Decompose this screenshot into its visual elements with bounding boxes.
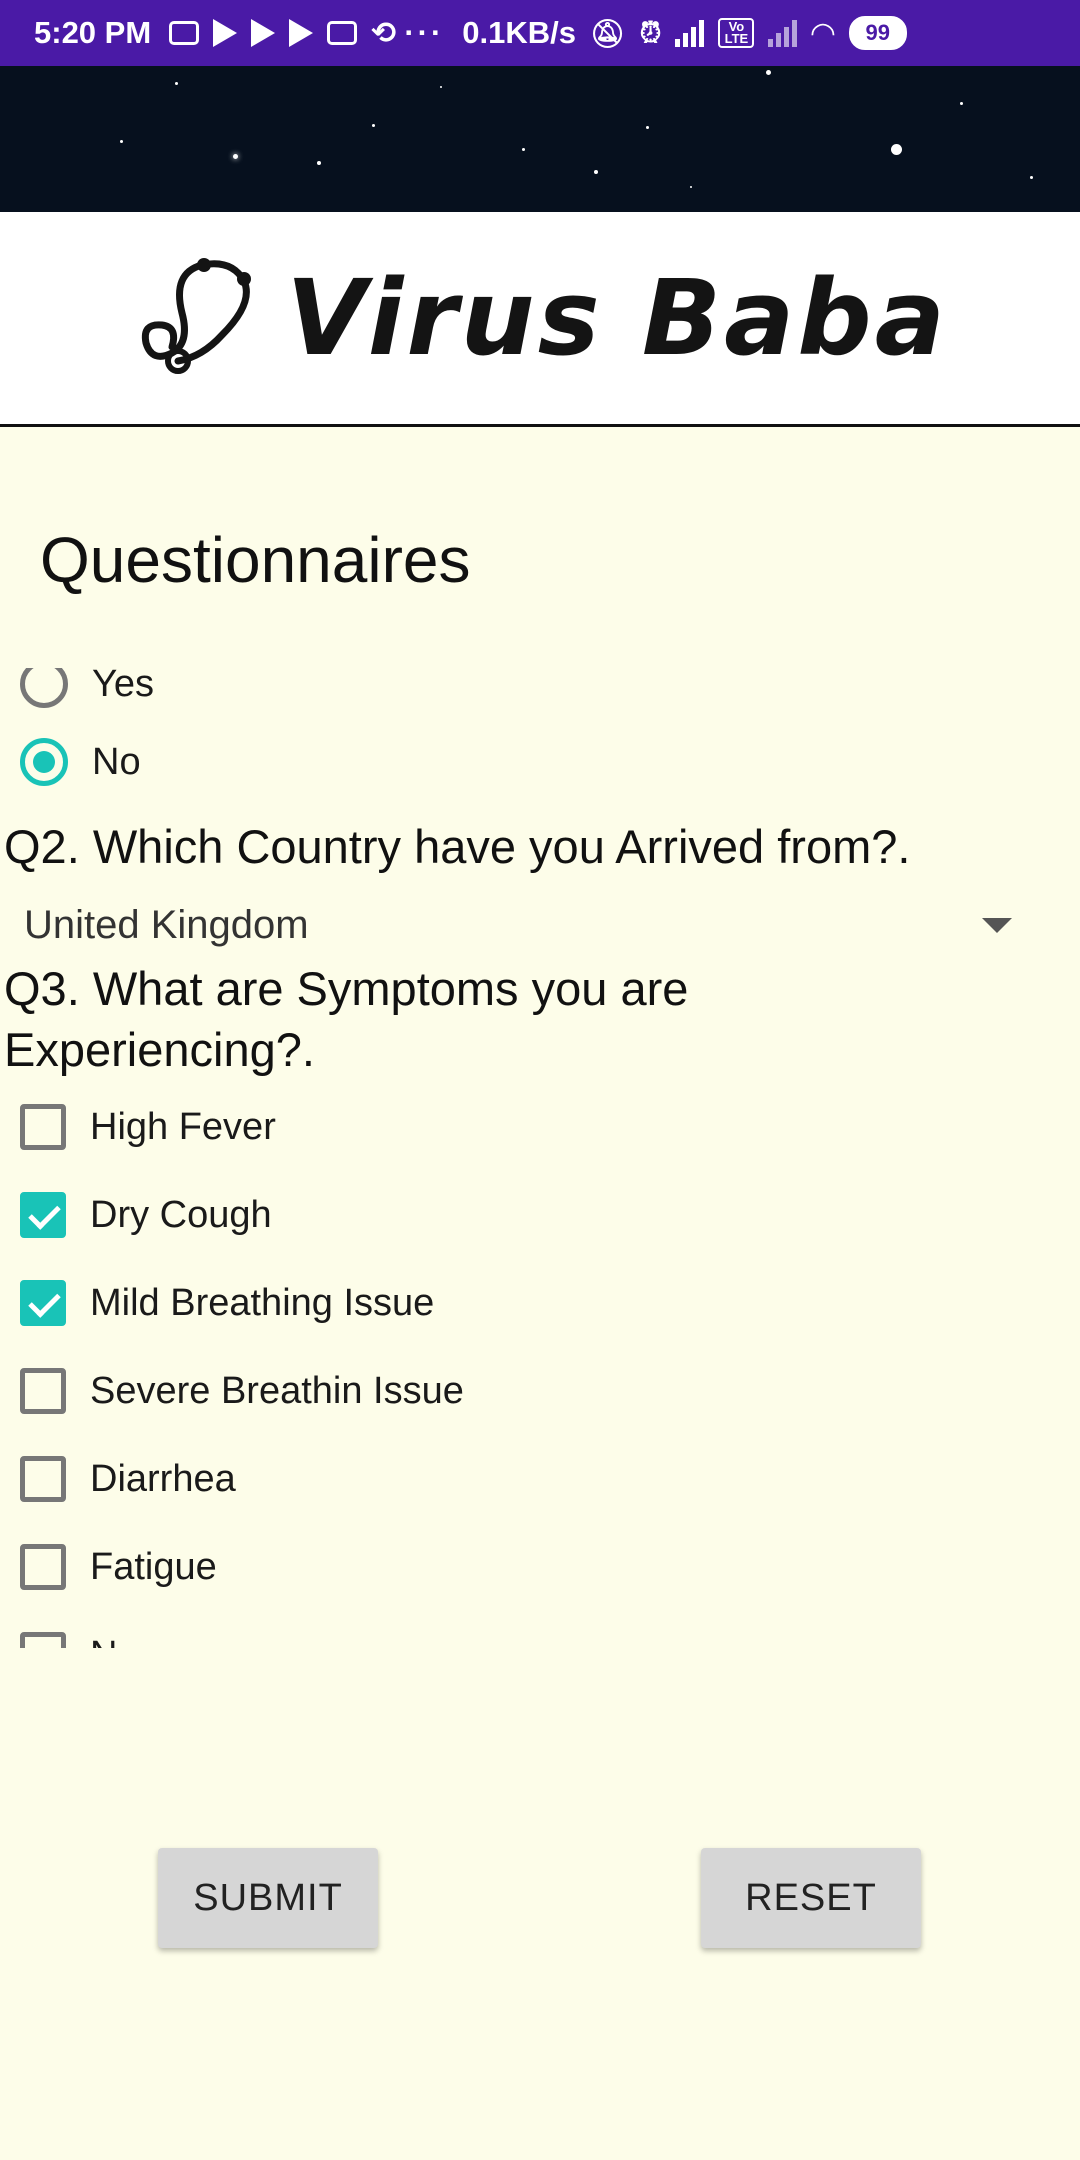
symptom-label: Severe Breathin Issue bbox=[90, 1369, 464, 1412]
radio-no[interactable] bbox=[20, 738, 68, 786]
screen-record-icon bbox=[327, 21, 358, 45]
symptom-label: Diarrhea bbox=[90, 1457, 236, 1500]
mute-icon: 🔕︎ bbox=[590, 17, 626, 49]
q1-option-no[interactable]: No bbox=[20, 738, 141, 786]
app-header: Virus Baba bbox=[0, 212, 1080, 427]
notification-icons: ⟲ bbox=[169, 16, 396, 51]
symptom-severe-breathing[interactable]: Severe Breathin Issue bbox=[20, 1368, 464, 1414]
app-logo: Virus Baba bbox=[132, 253, 948, 383]
q1-option-yes[interactable]: Yes bbox=[20, 668, 154, 708]
signal-icon bbox=[675, 19, 705, 47]
q2-question: Q2. Which Country have you Arrived from?… bbox=[4, 820, 911, 873]
symptom-next[interactable]: N bbox=[20, 1632, 117, 1648]
signal-icon-2 bbox=[768, 19, 798, 47]
country-select[interactable]: United Kingdom bbox=[24, 890, 1034, 960]
play-store-icon bbox=[289, 19, 314, 47]
symptom-label: Mild Breathing Issue bbox=[90, 1281, 435, 1324]
checkbox-high-fever[interactable] bbox=[20, 1104, 66, 1150]
checkbox-dry-cough[interactable] bbox=[20, 1192, 66, 1238]
symptom-label: N bbox=[90, 1634, 117, 1649]
network-speed: 0.1KB/s bbox=[462, 15, 577, 50]
symptom-label: Fatigue bbox=[90, 1545, 217, 1588]
play-store-icon bbox=[251, 19, 276, 47]
symptom-diarrhea[interactable]: Diarrhea bbox=[20, 1456, 236, 1502]
wifi-icon: ◠ bbox=[811, 16, 835, 50]
stethoscope-icon bbox=[141, 258, 252, 374]
radio-yes[interactable] bbox=[20, 668, 68, 708]
status-time: 5:20 PM bbox=[34, 15, 152, 50]
symptom-label: Dry Cough bbox=[90, 1193, 272, 1236]
app-logo-text: Virus Baba bbox=[286, 257, 948, 379]
more-icon: ··· bbox=[404, 15, 445, 50]
reset-button[interactable]: RESET bbox=[701, 1848, 921, 1948]
checkbox-mild-breathing[interactable] bbox=[20, 1280, 66, 1326]
q3-question-line1: Q3. What are Symptoms you are bbox=[4, 962, 689, 1015]
checkbox-severe-breathing[interactable] bbox=[20, 1368, 66, 1414]
symptom-dry-cough[interactable]: Dry Cough bbox=[20, 1192, 272, 1238]
share-icon: ⟲ bbox=[371, 16, 397, 50]
checkbox-fatigue[interactable] bbox=[20, 1544, 66, 1590]
country-select-value: United Kingdom bbox=[24, 902, 309, 947]
header-banner bbox=[0, 66, 1080, 212]
submit-button[interactable]: SUBMIT bbox=[158, 1848, 378, 1948]
chevron-down-icon bbox=[982, 917, 1012, 933]
q1-option-label: No bbox=[92, 740, 141, 783]
q3-question-line2: Experiencing?. bbox=[4, 1023, 315, 1076]
volte-icon: Vo LTE bbox=[718, 18, 755, 48]
battery-icon: 99 bbox=[848, 16, 907, 50]
q3-question: Q3. What are Symptoms you are Experienci… bbox=[4, 958, 688, 1080]
status-bar: 5:20 PM ⟲ ··· 0.1KB/s 🔕︎ ⏰︎ Vo LTE ◠ 99 bbox=[0, 0, 1080, 66]
symptom-fatigue[interactable]: Fatigue bbox=[20, 1544, 217, 1590]
checkbox-diarrhea[interactable] bbox=[20, 1456, 66, 1502]
message-icon bbox=[169, 21, 200, 45]
checkbox-next[interactable] bbox=[20, 1632, 66, 1648]
alarm-icon: ⏰︎ bbox=[639, 16, 662, 48]
symptom-label: High Fever bbox=[90, 1105, 276, 1148]
symptom-high-fever[interactable]: High Fever bbox=[20, 1104, 276, 1150]
page-title: Questionnaires bbox=[40, 524, 471, 596]
symptom-mild-breathing[interactable]: Mild Breathing Issue bbox=[20, 1280, 434, 1326]
play-store-icon bbox=[213, 19, 238, 47]
q1-option-label: Yes bbox=[92, 668, 154, 705]
questionnaire-scroll[interactable]: Yes No Q2. Which Country have you Arrive… bbox=[0, 668, 1080, 1648]
